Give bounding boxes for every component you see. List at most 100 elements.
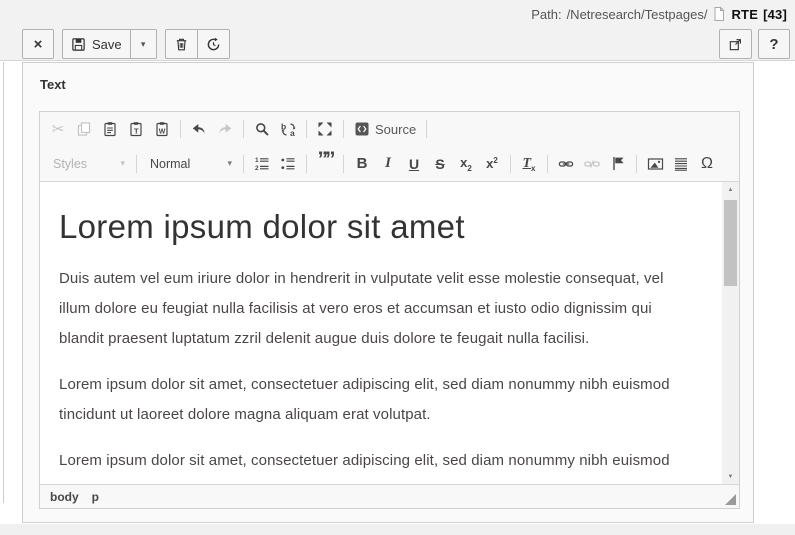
viewport-bottom-strip	[0, 524, 795, 535]
cut-button[interactable]: ✂	[45, 116, 71, 142]
bulleted-list-icon	[280, 155, 296, 172]
styles-combo[interactable]: Styles ▾	[45, 151, 131, 177]
floppy-icon	[71, 37, 86, 52]
format-combo-label: Normal	[150, 156, 191, 171]
strikethrough-icon: S	[435, 155, 445, 172]
link-button[interactable]	[553, 151, 579, 177]
paste-icon	[102, 121, 118, 137]
editor-scrollbar[interactable]: ▲ ▼	[722, 182, 739, 484]
remove-format-icon: Tx	[522, 156, 536, 173]
redo-button[interactable]	[212, 116, 238, 142]
format-combo[interactable]: Normal ▾	[142, 151, 238, 177]
anchor-button[interactable]	[605, 151, 631, 177]
source-label: Source	[375, 121, 417, 137]
svg-text:W: W	[159, 128, 166, 135]
docheader-buttons-right: ?	[719, 29, 790, 59]
underline-button[interactable]: U	[401, 151, 427, 177]
editor-paragraph: Duis autem vel eum iriure dolor in hendr…	[59, 270, 664, 347]
unlink-icon	[584, 156, 600, 172]
scrollbar-thumb[interactable]	[724, 200, 737, 286]
toolbar-separator	[426, 120, 428, 138]
bold-button[interactable]: B	[349, 151, 375, 177]
rte-toolbar-row1: ✂ T W b a Source	[40, 112, 739, 146]
undo-icon	[191, 121, 207, 137]
blockquote-button[interactable]: ””	[312, 147, 338, 177]
toolbar-separator	[343, 154, 344, 173]
toolbar-separator	[510, 154, 511, 173]
paste-text-icon: T	[128, 121, 144, 137]
strikethrough-button[interactable]: S	[427, 151, 453, 177]
subscript-button[interactable]: x2	[453, 151, 479, 177]
rte-toolbar-row2: Styles ▾ Normal ▾ 1 2 ”” B I U S x2 x2 T…	[40, 146, 739, 181]
horizontal-line-button[interactable]	[668, 151, 694, 177]
paste-word-button[interactable]: W	[149, 116, 175, 142]
search-icon	[254, 121, 270, 137]
image-button[interactable]	[642, 151, 668, 177]
history-button[interactable]	[197, 29, 230, 59]
text-fieldset: Text ✂ T W b a Source Styles ▾ Normal ▾ …	[22, 62, 754, 523]
editor-paragraph: Lorem ipsum dolor sit amet, consectetuer…	[59, 452, 670, 484]
italic-button[interactable]: I	[375, 151, 401, 177]
page-icon	[712, 6, 726, 22]
source-button[interactable]: Source	[349, 116, 421, 142]
toolbar-separator	[136, 154, 137, 173]
remove-format-button[interactable]: Tx	[516, 151, 542, 177]
path-label: Path:	[531, 6, 562, 22]
undo-button[interactable]	[186, 116, 212, 142]
maximize-button[interactable]	[312, 116, 338, 142]
chevron-down-icon: ▾	[140, 38, 146, 49]
element-path-p[interactable]: p	[92, 490, 99, 504]
help-icon: ?	[769, 35, 779, 53]
find-button[interactable]	[249, 116, 275, 142]
chevron-down-icon: ▾	[227, 158, 232, 168]
underline-icon: U	[408, 155, 420, 172]
bulleted-list-button[interactable]	[275, 151, 301, 177]
help-button[interactable]: ?	[758, 29, 790, 59]
record-title: RTE	[731, 6, 759, 22]
open-in-new-window-button[interactable]	[719, 29, 752, 59]
numbered-list-button[interactable]: 1 2	[249, 151, 275, 177]
special-character-button[interactable]: Ω	[694, 151, 720, 177]
save-button[interactable]: Save	[62, 29, 131, 59]
toolbar-separator	[306, 154, 307, 173]
editor-paragraph: Lorem ipsum dolor sit amet, consectetuer…	[59, 376, 670, 423]
italic-icon: I	[385, 155, 391, 171]
element-path-body[interactable]: body	[50, 490, 79, 504]
toolbar-separator	[243, 154, 244, 173]
superscript-icon: x2	[486, 155, 498, 171]
path-value: /Netresearch/Testpages/	[566, 6, 708, 22]
toolbar-separator	[547, 154, 548, 173]
numbered-list-icon: 1 2	[254, 155, 270, 172]
unlink-button[interactable]	[579, 151, 605, 177]
editor-document: Lorem ipsum dolor sit amet Duis autem ve…	[40, 182, 739, 484]
editor-heading: Lorem ipsum dolor sit amet	[59, 208, 465, 245]
resize-handle[interactable]	[725, 494, 736, 505]
toolbar-separator	[343, 120, 344, 138]
editor-content-area[interactable]: Lorem ipsum dolor sit amet Duis autem ve…	[40, 181, 739, 485]
paste-button[interactable]	[97, 116, 123, 142]
toolbar-separator	[243, 120, 244, 138]
image-icon	[647, 156, 664, 172]
copy-button[interactable]	[71, 116, 97, 142]
scroll-down-icon[interactable]: ▼	[722, 469, 739, 484]
close-button[interactable]: ×	[22, 29, 54, 59]
superscript-button[interactable]: x2	[479, 151, 505, 177]
delete-button[interactable]	[164, 29, 198, 59]
omega-icon: Ω	[701, 154, 713, 172]
toolbar-separator	[180, 120, 181, 138]
copy-icon	[76, 121, 92, 137]
svg-text:T: T	[134, 126, 139, 135]
new-window-icon	[728, 37, 743, 52]
paste-text-button[interactable]: T	[123, 116, 149, 142]
bold-icon: B	[356, 155, 368, 172]
horizontal-lines-icon	[673, 156, 689, 172]
record-uid: [43]	[763, 6, 787, 22]
breadcrumb: Path: /Netresearch/Testpages/ RTE [43]	[531, 6, 787, 22]
svg-text:b: b	[281, 121, 286, 131]
chevron-down-icon: ▾	[120, 158, 125, 168]
blockquote-icon: ””	[317, 147, 336, 171]
save-options-button[interactable]: ▾	[130, 29, 157, 59]
scroll-up-icon[interactable]: ▲	[722, 182, 739, 197]
replace-button[interactable]: b a	[275, 116, 301, 142]
svg-text:a: a	[290, 128, 295, 138]
